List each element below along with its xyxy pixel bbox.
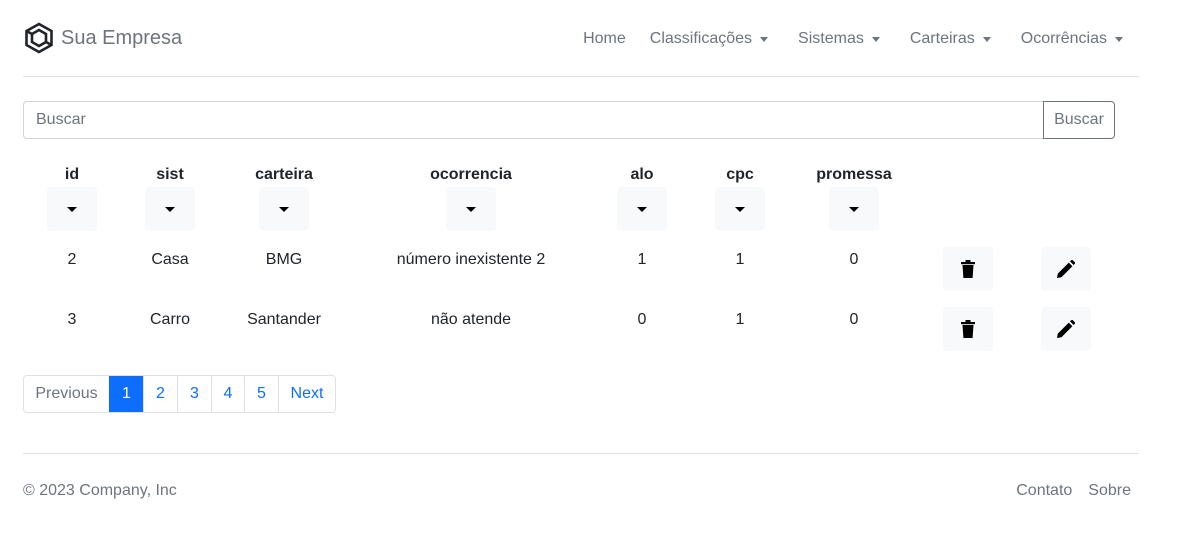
main-nav: Home Classificações Sistemas Carteiras O… [583,28,1139,50]
nav-classificacoes-dropdown[interactable]: Classificações [649,30,769,48]
delete-button[interactable] [943,307,993,351]
nav-sistemas-dropdown[interactable]: Sistemas [798,30,880,48]
caret-down-icon [67,206,77,212]
pagination-page-4[interactable]: 4 [211,376,244,412]
sort-ocorrencia-button[interactable] [446,187,496,231]
pagination-page-2[interactable]: 2 [143,376,177,412]
edit-button[interactable] [1041,307,1091,351]
column-header-sist: sist [156,166,184,183]
brand-logo-icon [25,22,53,54]
cell-promessa: 0 [849,251,859,268]
trash-icon [961,320,975,338]
trash-icon [961,260,975,278]
cell-sist: Carro [149,311,191,328]
column-header-id: id [64,166,80,183]
caret-down-icon [279,206,289,212]
cell-ocorrencia: não atende [430,311,512,328]
caret-down-icon [1115,37,1123,42]
search-button[interactable]: Buscar [1043,101,1115,139]
cell-sist: Casa [151,251,189,268]
sort-carteira-button[interactable] [259,187,309,231]
cell-id: 3 [67,311,77,328]
nav-classificacoes-label: Classificações [649,30,753,47]
sort-sist-button[interactable] [145,187,195,231]
pencil-icon [1057,260,1075,278]
caret-down-icon [871,37,880,42]
caret-down-icon [165,206,175,212]
nav-home[interactable]: Home [583,30,626,48]
column-header-alo: alo [630,166,654,183]
pagination: Previous 1 2 3 4 5 Next [23,375,336,413]
caret-down-icon [735,206,745,212]
pagination-next[interactable]: Next [278,376,335,412]
sort-alo-button[interactable] [617,187,667,231]
cell-alo: 0 [637,311,647,328]
sort-id-button[interactable] [47,187,97,231]
caret-down-icon [982,37,991,42]
search-form: Buscar [23,101,1115,139]
footer-links: Contato Sobre [1000,482,1131,500]
edit-button[interactable] [1041,247,1091,291]
pagination-page-1[interactable]: 1 [109,376,143,412]
column-header-cpc: cpc [726,166,754,183]
footer: © 2023 Company, Inc Contato Sobre [23,453,1139,513]
cell-alo: 1 [637,251,647,268]
cell-ocorrencia: número inexistente 2 [396,251,546,268]
cell-id: 2 [67,251,77,268]
pagination-page-5[interactable]: 5 [244,376,278,412]
cell-cpc: 1 [735,251,745,268]
column-header-ocorrencia: ocorrencia [430,166,512,183]
column-header-carteira: carteira [255,166,313,183]
nav-ocorrencias-dropdown[interactable]: Ocorrências [1021,30,1123,48]
cell-carteira: BMG [265,251,303,268]
cell-carteira: Santander [247,311,321,328]
caret-down-icon [637,206,647,212]
footer-link-contato[interactable]: Contato [1016,482,1072,500]
search-input[interactable] [23,101,1043,139]
sort-cpc-button[interactable] [715,187,765,231]
caret-down-icon [760,37,769,42]
nav-home-label: Home [583,30,626,47]
sort-promessa-button[interactable] [829,187,879,231]
caret-down-icon [466,206,476,212]
brand-link[interactable]: Sua Empresa [23,22,182,54]
nav-carteiras-dropdown[interactable]: Carteiras [910,30,991,48]
pencil-icon [1057,320,1075,338]
cell-cpc: 1 [735,311,745,328]
copyright-text: © 2023 Company, Inc [23,482,177,499]
brand-name: Sua Empresa [61,26,183,49]
delete-button[interactable] [943,247,993,291]
column-header-promessa: promessa [816,166,892,183]
caret-down-icon [849,206,859,212]
navbar: Sua Empresa Home Classificações Sistemas… [23,0,1139,77]
footer-link-sobre[interactable]: Sobre [1088,482,1131,500]
pagination-previous[interactable]: Previous [24,376,109,412]
nav-sistemas-label: Sistemas [798,30,864,47]
cell-promessa: 0 [849,311,859,328]
nav-carteiras-label: Carteiras [909,30,975,47]
pagination-page-3[interactable]: 3 [177,376,211,412]
nav-ocorrencias-label: Ocorrências [1020,30,1107,47]
